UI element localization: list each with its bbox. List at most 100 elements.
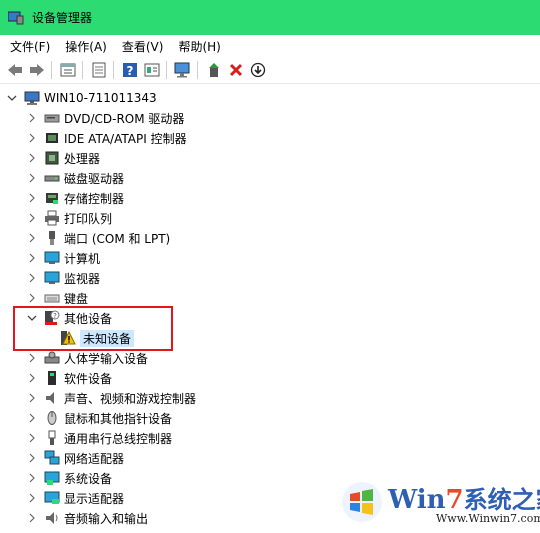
- toolbar: ?: [0, 57, 540, 84]
- expand-arrow-icon[interactable]: [26, 452, 38, 464]
- tree-item-label: 磁盘驱动器: [64, 171, 125, 186]
- menu-bar: 文件(F) 操作(A) 查看(V) 帮助(H): [0, 35, 540, 57]
- monitor-icon: [44, 270, 60, 286]
- tree-item-label: 监视器: [64, 271, 101, 286]
- windows-logo-icon: [342, 482, 382, 522]
- tree-item-cpu[interactable]: 处理器: [26, 148, 100, 168]
- tree-item-label: IDE ATA/ATAPI 控制器: [64, 131, 187, 146]
- tree-item-printer[interactable]: 打印队列: [26, 208, 112, 228]
- expand-arrow-icon[interactable]: [26, 132, 38, 144]
- watermark-brand-c: 系统之家: [463, 485, 540, 514]
- tree-item-display[interactable]: 显示适配器: [26, 488, 124, 508]
- forward-icon[interactable]: [27, 60, 47, 80]
- tree-item-label: 键盘: [64, 291, 89, 306]
- expand-arrow-icon[interactable]: [26, 372, 38, 384]
- tree-item-monitor[interactable]: 监视器: [26, 268, 100, 288]
- ide-icon: [44, 130, 60, 146]
- watermark: Win7系统之家 Www.Winwin7.com: [340, 478, 540, 530]
- computer-icon: [44, 250, 60, 266]
- tree-item-network[interactable]: 网络适配器: [26, 448, 124, 468]
- audio-icon: [44, 510, 60, 526]
- watermark-brand-a: Win: [388, 485, 446, 515]
- toolbar-separator: [166, 61, 167, 79]
- expand-arrow-icon[interactable]: [26, 352, 38, 364]
- expand-arrow-icon[interactable]: [26, 172, 38, 184]
- expand-arrow-icon[interactable]: [26, 152, 38, 164]
- tree-item-label: 处理器: [64, 151, 101, 166]
- disk-icon: [44, 170, 60, 186]
- menu-help[interactable]: 帮助(H): [178, 38, 220, 55]
- collapse-arrow-icon[interactable]: [6, 92, 18, 104]
- tree-item-label: 人体学输入设备: [64, 351, 149, 366]
- tree-item-ide[interactable]: IDE ATA/ATAPI 控制器: [26, 128, 187, 148]
- port-icon: [44, 230, 60, 246]
- title-bar: 设备管理器: [0, 0, 540, 35]
- highlight-box: [13, 306, 173, 351]
- tree-item-label: 声音、视频和游戏控制器: [64, 391, 197, 406]
- tree-item-label: 端口 (COM 和 LPT): [64, 231, 171, 246]
- expand-arrow-icon[interactable]: [26, 192, 38, 204]
- tree-root[interactable]: WIN10-711011343: [6, 88, 157, 108]
- uninstall-icon[interactable]: [226, 60, 246, 80]
- mouse-icon: [44, 410, 60, 426]
- expand-arrow-icon[interactable]: [26, 292, 38, 304]
- tree-item-disk[interactable]: 磁盘驱动器: [26, 168, 124, 188]
- tree-item-sound[interactable]: 声音、视频和游戏控制器: [26, 388, 196, 408]
- menu-file[interactable]: 文件(F): [10, 38, 50, 55]
- tree-item-label: 软件设备: [64, 371, 113, 386]
- storage-icon: [44, 190, 60, 206]
- tree-item-audio[interactable]: 音频输入和输出: [26, 508, 148, 528]
- tree-item-usb[interactable]: 通用串行总线控制器: [26, 428, 172, 448]
- tree-item-keyboard[interactable]: 键盘: [26, 288, 88, 308]
- printer-icon: [44, 210, 60, 226]
- network-icon: [44, 450, 60, 466]
- software-icon: [44, 370, 60, 386]
- tree-item-label: 鼠标和其他指针设备: [64, 411, 173, 426]
- details-icon[interactable]: [142, 60, 162, 80]
- expand-arrow-icon[interactable]: [26, 112, 38, 124]
- expand-arrow-icon[interactable]: [26, 272, 38, 284]
- tree-item-mouse[interactable]: 鼠标和其他指针设备: [26, 408, 172, 428]
- menu-action[interactable]: 操作(A): [65, 38, 107, 55]
- toolbar-separator: [197, 61, 198, 79]
- pc-icon: [24, 90, 40, 106]
- expand-arrow-icon[interactable]: [26, 472, 38, 484]
- tree-item-label: 通用串行总线控制器: [64, 431, 173, 446]
- expand-arrow-icon[interactable]: [26, 432, 38, 444]
- tree-item-label: 打印队列: [64, 211, 113, 226]
- menu-view[interactable]: 查看(V): [122, 38, 164, 55]
- expand-arrow-icon[interactable]: [26, 512, 38, 524]
- expand-arrow-icon[interactable]: [26, 212, 38, 224]
- expand-arrow-icon[interactable]: [26, 492, 38, 504]
- back-icon[interactable]: [5, 60, 25, 80]
- help-icon[interactable]: ?: [120, 60, 140, 80]
- enable-icon[interactable]: [204, 60, 224, 80]
- window-title: 设备管理器: [32, 11, 93, 25]
- tree-item-software[interactable]: 软件设备: [26, 368, 112, 388]
- tree-item-dvd[interactable]: DVD/CD-ROM 驱动器: [26, 108, 184, 128]
- properties-icon[interactable]: [58, 60, 78, 80]
- tree-item-label: 网络适配器: [64, 451, 125, 466]
- expand-arrow-icon[interactable]: [26, 392, 38, 404]
- update-icon[interactable]: [89, 60, 109, 80]
- tree-item-label: DVD/CD-ROM 驱动器: [64, 111, 185, 126]
- tree-item-hid[interactable]: 人体学输入设备: [26, 348, 148, 368]
- expand-arrow-icon[interactable]: [26, 232, 38, 244]
- sound-icon: [44, 390, 60, 406]
- tree-item-label: 显示适配器: [64, 491, 125, 506]
- tree-item-storage[interactable]: 存储控制器: [26, 188, 124, 208]
- expand-arrow-icon[interactable]: [26, 252, 38, 264]
- expand-arrow-icon[interactable]: [26, 412, 38, 424]
- tree-item-computer[interactable]: 计算机: [26, 248, 100, 268]
- watermark-brand-b: 7: [445, 485, 464, 515]
- tree-item-label: 系统设备: [64, 471, 113, 486]
- display-icon: [44, 490, 60, 506]
- tree-item-label: 存储控制器: [64, 191, 125, 206]
- tree-item-system[interactable]: 系统设备: [26, 468, 112, 488]
- tree-item-label: 计算机: [64, 251, 101, 266]
- tree-item-port[interactable]: 端口 (COM 和 LPT): [26, 228, 170, 248]
- computer-name: WIN10-711011343: [44, 91, 157, 105]
- scan-icon[interactable]: [173, 60, 193, 80]
- toolbar-separator: [51, 61, 52, 79]
- download-icon[interactable]: [248, 60, 268, 80]
